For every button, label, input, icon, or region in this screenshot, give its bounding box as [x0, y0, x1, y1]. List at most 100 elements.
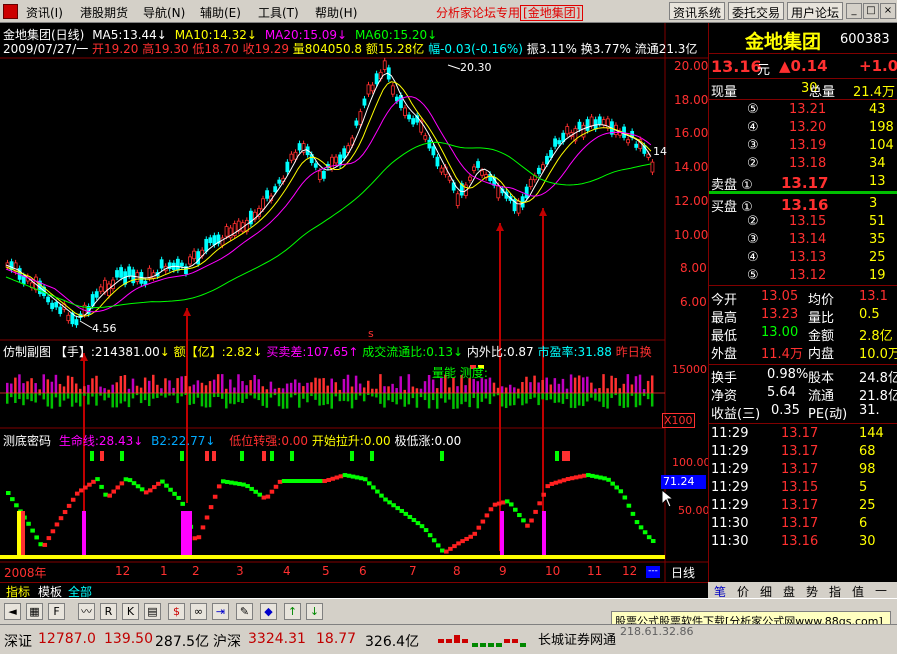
candle-body — [423, 135, 428, 140]
candle-body — [192, 250, 196, 260]
volume-bar-down — [310, 393, 313, 397]
volume-bar-up — [95, 375, 98, 393]
toolbar-up-icon[interactable]: ↑ — [284, 603, 301, 620]
mouse-cursor-icon — [662, 490, 674, 508]
volume-bar-down — [30, 393, 33, 402]
volume-bar-up — [91, 378, 94, 393]
indicator-segment — [200, 525, 206, 530]
toolbar-f10-icon[interactable]: F — [48, 603, 65, 620]
volume-bar-up — [326, 385, 329, 393]
turnover-label: 换3.77% — [580, 42, 631, 56]
toolbar-down-icon[interactable]: ↓ — [306, 603, 323, 620]
ma5-line — [5, 72, 652, 318]
buy-signal-arrowhead — [496, 223, 504, 231]
minimize-icon[interactable]: _ — [846, 3, 862, 19]
indicator-signal-bar — [542, 511, 546, 555]
indicator-segment — [281, 479, 287, 483]
price-axis-12: 12.00 — [674, 194, 709, 208]
indicator-segment — [504, 499, 510, 504]
volume-bar-up — [533, 375, 536, 393]
vol-axis-15000: 15000 — [672, 363, 707, 376]
toolbar-table-icon[interactable]: ▤ — [144, 603, 161, 620]
quote-tab[interactable]: — — [875, 583, 887, 597]
toolbar-pen-icon[interactable]: ✎ — [236, 603, 253, 620]
volume-bar-down — [334, 393, 338, 397]
toolbar-dollar-icon[interactable]: $ — [168, 603, 185, 620]
volume-bar-up — [127, 388, 131, 393]
toolbar-diamond-icon[interactable]: ◆ — [260, 603, 277, 620]
volume-bar-down — [241, 393, 244, 403]
volume-bar-down — [411, 393, 415, 399]
volume-bar-up — [525, 376, 528, 393]
volume-bar-up — [626, 374, 630, 393]
bid-volume: 35 — [869, 232, 886, 247]
indicator-segment — [172, 491, 177, 496]
trade-button[interactable]: 委托交易 — [728, 2, 785, 20]
volume-bar-down — [375, 393, 378, 398]
low-annotation: 4.56 — [92, 322, 117, 335]
candle-body — [553, 138, 557, 147]
volume-bar-down — [371, 393, 374, 397]
maximize-icon[interactable]: □ — [863, 3, 879, 19]
low-label: 低18.70 — [192, 42, 239, 56]
menu-daohang[interactable]: 导航(N) — [143, 4, 185, 21]
bid-price: 13.13 — [789, 250, 827, 265]
candle-body — [524, 186, 529, 199]
stat-label: PE(动) — [808, 407, 848, 422]
ind-ksls: 开始拉升:0.00 — [311, 434, 391, 448]
volume-bar-down — [208, 393, 212, 408]
volume-bar-up — [261, 386, 265, 393]
indicator-segment — [630, 511, 636, 516]
stat-row: 换手 0.98% 股本 24.8亿 — [709, 367, 897, 386]
scroll-end-marker[interactable]: --- — [646, 566, 660, 578]
volume-bar-down — [557, 393, 561, 403]
forum-button[interactable]: 用户论坛 — [787, 2, 844, 20]
indicator-segment — [565, 477, 571, 482]
indicator-segment — [646, 535, 652, 540]
indicator-segment — [58, 516, 64, 521]
sz-amount: 287.5亿 — [155, 634, 210, 650]
volume-bar-down — [152, 393, 155, 399]
indicator-segment — [427, 533, 433, 538]
toolbar-kdj-icon[interactable]: K — [122, 603, 139, 620]
toolbar-grid-icon[interactable]: ▦ — [26, 603, 43, 620]
indicator-segment — [310, 479, 315, 483]
ask-level-label: ⑤ — [747, 102, 759, 117]
info-system-button[interactable]: 资讯系统 — [669, 2, 726, 20]
volume-bar-up — [34, 383, 37, 393]
ask-row: ③ 13.19 104 — [709, 138, 897, 156]
app-icon[interactable] — [3, 4, 18, 19]
candle-body — [127, 266, 132, 277]
indicator-signal-bar — [21, 511, 25, 555]
menu-ganggu[interactable]: 港股期货 — [80, 4, 128, 21]
menu-gongju[interactable]: 工具(T) — [258, 4, 299, 21]
menu-bangzhu[interactable]: 帮助(H) — [315, 4, 357, 21]
toolbar-export-icon[interactable]: ⇥ — [212, 603, 229, 620]
tick-row: 11:29 13.17 98 — [709, 462, 897, 480]
indicator-segment — [156, 481, 161, 486]
volume-bar-down — [212, 393, 216, 398]
period-label[interactable]: 日线 — [671, 564, 695, 581]
toolbar-chart-icon[interactable]: 〰 — [78, 603, 95, 620]
toolbar-link-icon[interactable]: ∞ — [190, 603, 207, 620]
indicator-segment — [119, 481, 125, 486]
candle-body — [496, 185, 501, 199]
candle-body — [74, 319, 79, 326]
close-icon[interactable]: × — [880, 3, 896, 19]
volume-bar-down — [298, 393, 301, 408]
indicator-segment — [346, 473, 352, 478]
stat-label: 股本 — [808, 371, 835, 386]
toolbar-rsi-icon[interactable]: R — [100, 603, 117, 620]
indicator-mark — [440, 451, 444, 461]
menu-fuzhu[interactable]: 辅助(E) — [200, 4, 241, 21]
tick-volume: 30 — [859, 534, 876, 549]
volume-bar-up — [476, 381, 480, 393]
ind-sml: 生命线:28.43 — [58, 434, 134, 448]
kline-chart-area[interactable]: s 金地集团(日线) MA5:13.44↓ MA10:14.32↓ MA20:1… — [0, 23, 711, 582]
toolbar-back-icon[interactable]: ◄ — [4, 603, 21, 620]
volume-bar-up — [342, 378, 346, 393]
time-axis-0: 2008年 — [4, 566, 47, 580]
volume-bar-up — [350, 386, 354, 393]
volume-bar-down — [330, 393, 333, 409]
menu-zixun[interactable]: 资讯(I) — [26, 4, 63, 21]
